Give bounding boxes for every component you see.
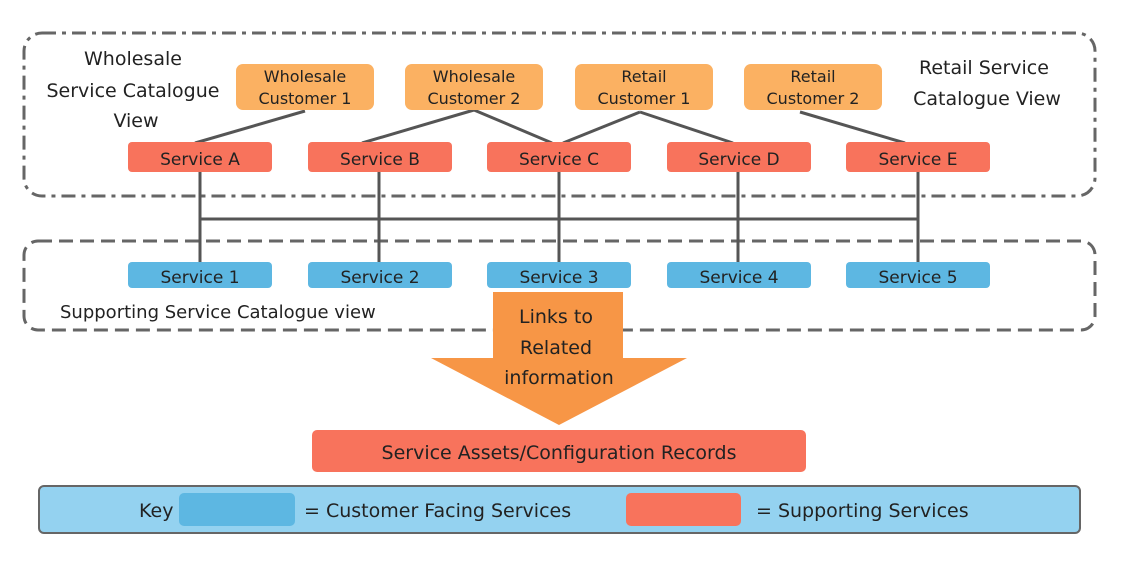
key-label: Key [139,500,173,522]
supporting-service-label: Service 2 [340,268,419,288]
service-catalogue-diagram: Wholesale Service Catalogue View Retail … [0,0,1128,562]
customer-box: Wholesale Customer 2 [405,64,543,110]
customer-service-label: Service E [879,150,958,170]
key-red-swatch [626,493,741,526]
customer-box: Retail Customer 1 [575,64,713,110]
customer-box: Wholesale Customer 1 [236,64,374,110]
customer-service-label: Service D [698,150,779,170]
supporting-service-label: Service 4 [699,268,778,288]
supporting-service-label: Service 1 [160,268,239,288]
customer-box: Retail Customer 2 [744,64,882,110]
connectors [194,108,920,262]
arrow-label: Links to Related information [504,306,614,389]
supporting-service-label: Service 5 [878,268,957,288]
service-assets-label: Service Assets/Configuration Records [382,442,737,464]
supporting-view-label: Supporting Service Catalogue view [60,302,376,323]
retail-view-label: Retail Service Catalogue View [913,57,1061,110]
customer-service-label: Service B [340,150,420,170]
customer-service-label: Service A [160,150,240,170]
key-red-meaning: = Supporting Services [756,500,969,522]
supporting-service-label: Service 3 [519,268,598,288]
customer-service-label: Service C [519,150,599,170]
key-blue-swatch [179,493,295,526]
wholesale-view-label: Wholesale Service Catalogue View [46,48,225,132]
key-blue-meaning: = Customer Facing Services [304,500,571,522]
